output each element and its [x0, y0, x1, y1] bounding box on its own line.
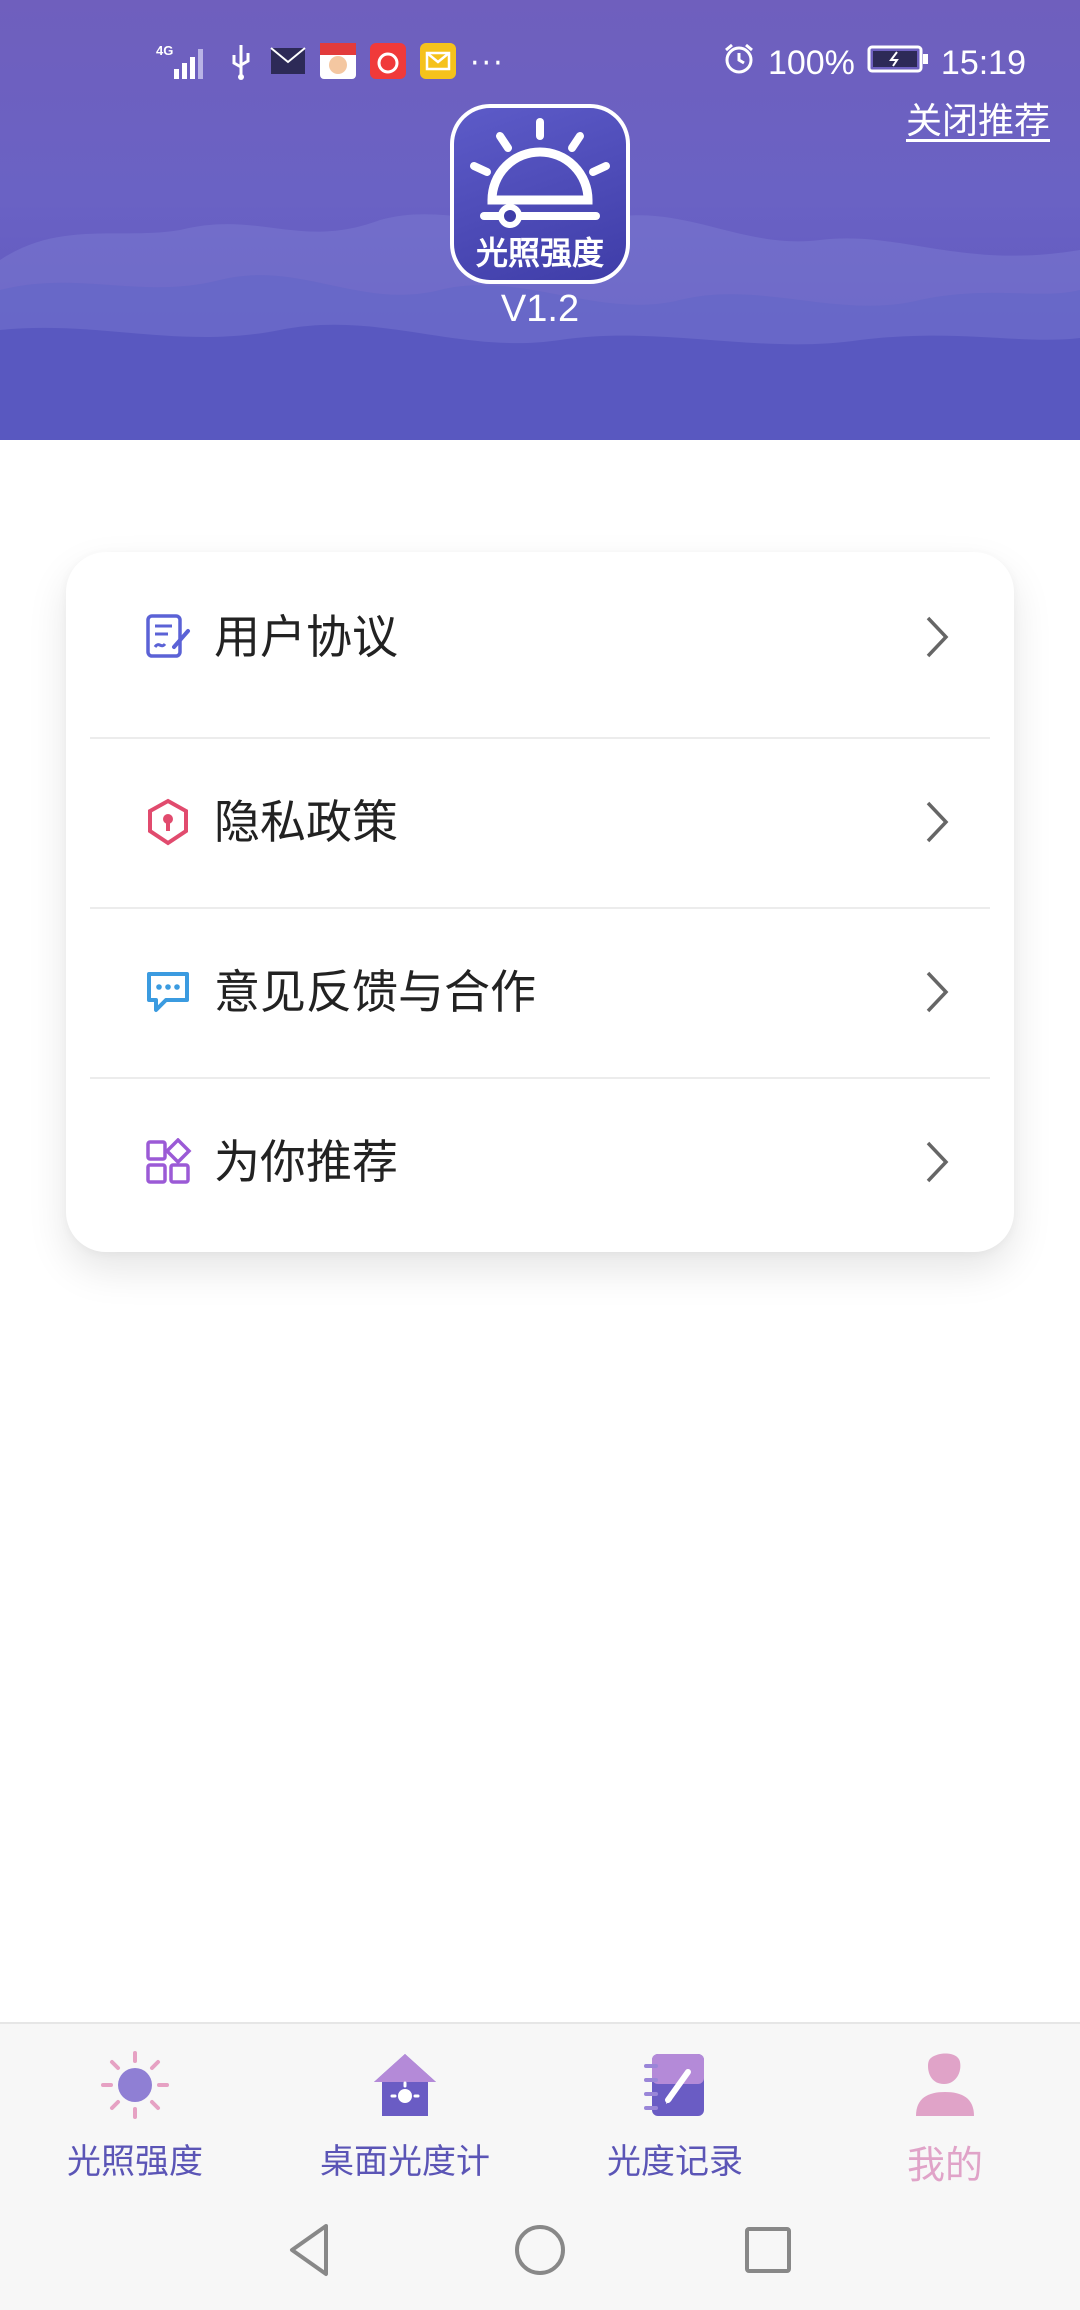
back-icon[interactable]	[282, 2220, 342, 2280]
nav-tab-light-intensity[interactable]: 光照强度	[0, 2024, 270, 2194]
mail-icon	[270, 46, 306, 80]
clock-time: 15:19	[940, 43, 1026, 82]
chat-icon	[144, 968, 192, 1016]
sun-icon	[100, 2050, 170, 2120]
alarm-icon	[722, 42, 756, 85]
nav-tab-label: 我的	[906, 2143, 983, 2187]
app-notification-icon	[370, 43, 406, 83]
app-notification-icon	[320, 43, 356, 83]
nav-tab-label: 光度记录	[607, 2142, 743, 2182]
usb-icon	[226, 41, 256, 85]
menu-item-privacy-policy[interactable]: 隐私政策	[90, 737, 990, 907]
chevron-right-icon	[922, 969, 952, 1015]
menu-item-label: 隐私政策	[214, 795, 398, 849]
shield-icon	[144, 798, 192, 846]
nav-tab-label: 桌面光度计	[320, 2142, 490, 2182]
signal-icon: 4G	[156, 41, 212, 85]
apps-icon	[144, 1137, 192, 1186]
chevron-right-icon	[922, 614, 952, 660]
system-navigation-bar	[0, 2192, 1080, 2310]
chevron-right-icon	[922, 1139, 952, 1185]
menu-item-label: 用户协议	[214, 610, 398, 664]
nav-tab-desktop-lightmeter[interactable]: 桌面光度计	[270, 2024, 540, 2194]
nav-tab-mine[interactable]: 我的	[810, 2024, 1080, 2194]
app-logo: 光照强度	[450, 104, 630, 284]
close-recommend-link[interactable]: 关闭推荐	[906, 92, 1050, 144]
app-version: V1.2	[500, 288, 580, 330]
app-logo-text: 光照强度	[475, 234, 604, 272]
more-notifications: ···	[470, 45, 505, 81]
agreement-icon	[144, 613, 192, 661]
chevron-right-icon	[922, 799, 952, 845]
user-icon	[910, 2050, 980, 2120]
status-bar: 4G ··· 100% 15:19	[0, 38, 1080, 88]
menu-item-feedback[interactable]: 意见反馈与合作	[90, 907, 990, 1077]
menu-item-label: 为你推荐	[214, 1135, 398, 1189]
nav-tab-label: 光照强度	[67, 2142, 203, 2182]
nav-tab-light-records[interactable]: 光度记录	[540, 2024, 810, 2194]
email-icon	[420, 43, 456, 83]
settings-menu-card: 用户协议 隐私政策 意见反馈与合作 为你推荐	[66, 552, 1014, 1252]
menu-item-recommend[interactable]: 为你推荐	[90, 1077, 990, 1247]
menu-item-label: 意见反馈与合作	[214, 965, 536, 1019]
battery-icon	[867, 44, 929, 83]
svg-text:4G: 4G	[156, 43, 173, 58]
header-banner: 4G ··· 100% 15:19 关闭推荐 光照强度 V1.2	[0, 0, 1080, 440]
menu-item-user-agreement[interactable]: 用户协议	[90, 552, 990, 722]
bottom-navigation: 光照强度 桌面光度计 光度记录 我的	[0, 2022, 1080, 2192]
recents-icon[interactable]	[738, 2220, 798, 2280]
battery-percent: 100%	[767, 43, 855, 82]
home-icon[interactable]	[510, 2220, 570, 2280]
notebook-icon	[640, 2050, 710, 2120]
house-light-icon	[370, 2050, 440, 2120]
